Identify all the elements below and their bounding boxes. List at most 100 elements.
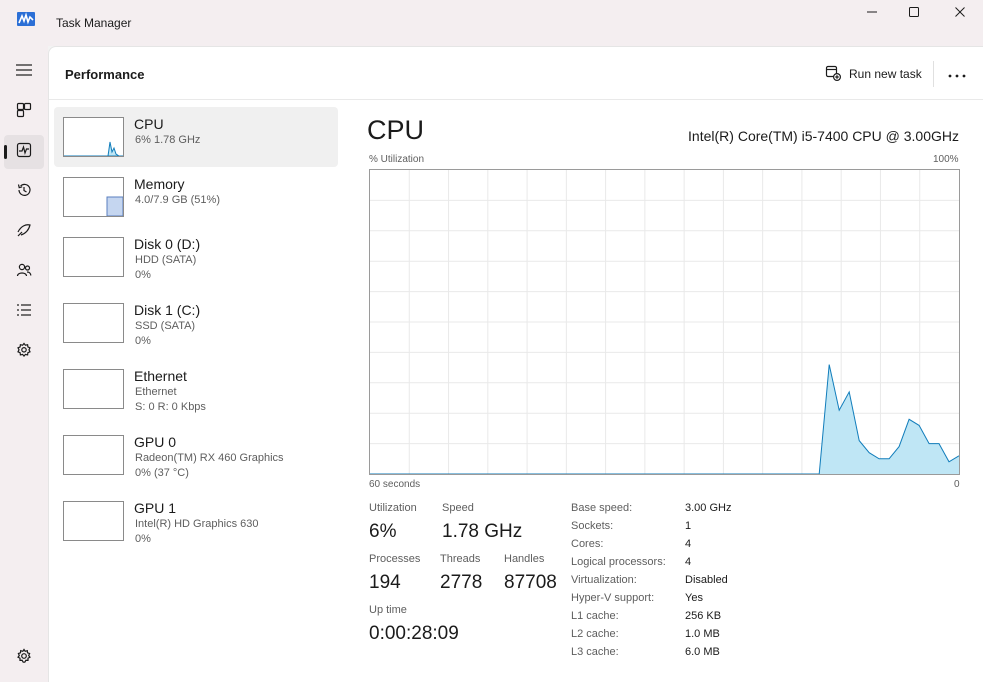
ethernet-thumbnail-graph [63,369,124,409]
base-speed-value: 3.00 GHz [685,502,732,514]
l3-cache-label: L3 cache: [571,646,619,658]
nav-processes[interactable] [4,95,44,129]
performance-icon [16,142,32,163]
nav-app-history[interactable] [4,175,44,209]
resource-type: Intel(R) HD Graphics 630 [135,518,259,530]
services-icon [16,342,32,363]
processes-icon [16,102,32,123]
nav-services[interactable] [4,335,44,369]
sockets-label: Sockets: [571,520,614,532]
virtualization-value: Disabled [685,574,728,586]
cores-label: Cores: [571,538,604,550]
close-button[interactable] [937,0,983,24]
resource-name: Disk 1 (C:) [134,302,201,318]
more-options-icon [948,65,966,83]
cpu-thumbnail-graph [63,117,124,157]
resource-memory[interactable]: Memory 4.0/7.9 GB (51%) [54,167,338,227]
active-indicator [4,145,7,159]
minimize-button[interactable] [849,0,895,24]
title-bar: Task Manager [0,0,983,46]
run-new-task-button[interactable]: Run new task [819,59,928,89]
virtualization-label: Virtualization: [571,574,637,586]
nav-settings[interactable] [4,641,44,675]
threads-label: Threads [440,553,481,565]
resource-usage: 0% [135,533,151,545]
resource-disk-1[interactable]: Disk 1 (C:) SSD (SATA) 0% [54,293,338,353]
l1-cache-value: 256 KB [685,610,722,622]
disk-1-thumbnail-graph [63,303,124,343]
threads-value: 2778 [440,572,483,593]
resource-cpu[interactable]: CPU 6% 1.78 GHz [54,107,338,167]
resource-name: GPU 0 [134,434,177,450]
cpu-graph-canvas [370,170,960,475]
utilization-label: Utilization [369,502,417,514]
disk-0-thumbnail-graph [63,237,124,277]
resource-detail: 6% 1.78 GHz [135,134,201,146]
memory-thumbnail-graph [63,177,124,217]
l1-cache-label: L1 cache: [571,610,619,622]
run-new-task-label: Run new task [849,67,922,81]
resource-type: Ethernet [135,386,177,398]
cpu-usage-area [370,364,959,474]
utilization-axis-label: % Utilization [369,154,425,165]
window-title: Task Manager [56,16,132,30]
hyper-v-value: Yes [685,592,703,604]
nav-performance[interactable] [4,135,44,169]
resource-detail: 4.0/7.9 GB (51%) [135,194,220,206]
sockets-value: 1 [685,520,692,532]
max-axis-label: 100% [933,154,959,165]
run-task-icon [825,65,842,84]
logical-processors-label: Logical processors: [571,556,666,568]
resource-type: HDD (SATA) [135,254,197,266]
resource-title: CPU [367,115,425,145]
resource-gpu-0[interactable]: GPU 0 Radeon(TM) RX 460 Graphics 0% (37 … [54,425,338,485]
header-divider [933,61,934,87]
gpu-1-thumbnail-graph [63,501,124,541]
more-options-button[interactable] [942,61,972,87]
task-manager-icon [17,12,35,26]
hamburger-menu-icon [15,63,33,82]
startup-apps-icon [16,222,32,243]
l3-cache-value: 6.0 MB [685,646,720,658]
handles-label: Handles [504,553,545,565]
content-pane: Performance Run new task CPU 6% 1.78 GHz… [48,46,983,682]
l2-cache-value: 1.0 MB [685,628,720,640]
cpu-utilization-graph [369,169,960,475]
details-icon [16,302,32,323]
resource-disk-0[interactable]: Disk 0 (D:) HDD (SATA) 0% [54,227,338,287]
users-icon [16,262,32,283]
nav-details[interactable] [4,295,44,329]
l2-cache-label: L2 cache: [571,628,619,640]
nav-rail [0,46,48,682]
uptime-label: Up time [369,604,407,616]
uptime-value: 0:00:28:09 [369,623,459,644]
base-speed-label: Base speed: [571,502,633,514]
hamburger-menu-button[interactable] [4,55,44,89]
resource-ethernet[interactable]: Ethernet Ethernet S: 0 R: 0 Kbps [54,359,338,419]
processes-value: 194 [369,572,401,593]
page-header: Performance Run new task [49,47,983,100]
resource-name: CPU [134,116,164,132]
maximize-button[interactable] [891,0,937,24]
resource-usage: 0% [135,335,151,347]
page-title: Performance [65,67,145,82]
cpu-model: Intel(R) Core(TM) i5-7400 CPU @ 3.00GHz [688,128,959,144]
settings-icon [16,647,32,669]
resource-usage: 0% (37 °C) [135,467,189,479]
speed-value: 1.78 GHz [442,521,523,542]
min-axis-label: 0 [954,479,960,490]
resource-name: Disk 0 (D:) [134,236,201,252]
resource-name: GPU 1 [134,500,177,516]
nav-users[interactable] [4,255,44,289]
nav-startup-apps[interactable] [4,215,44,249]
resource-gpu-1[interactable]: GPU 1 Intel(R) HD Graphics 630 0% [54,491,338,551]
processes-label: Processes [369,553,421,565]
time-axis-label: 60 seconds [369,479,421,490]
app-history-icon [16,182,32,203]
resource-usage: 0% [135,269,151,281]
gpu-0-thumbnail-graph [63,435,124,475]
utilization-value: 6% [369,521,397,542]
speed-label: Speed [442,502,474,514]
handles-value: 87708 [504,572,557,593]
logical-processors-value: 4 [685,556,692,568]
